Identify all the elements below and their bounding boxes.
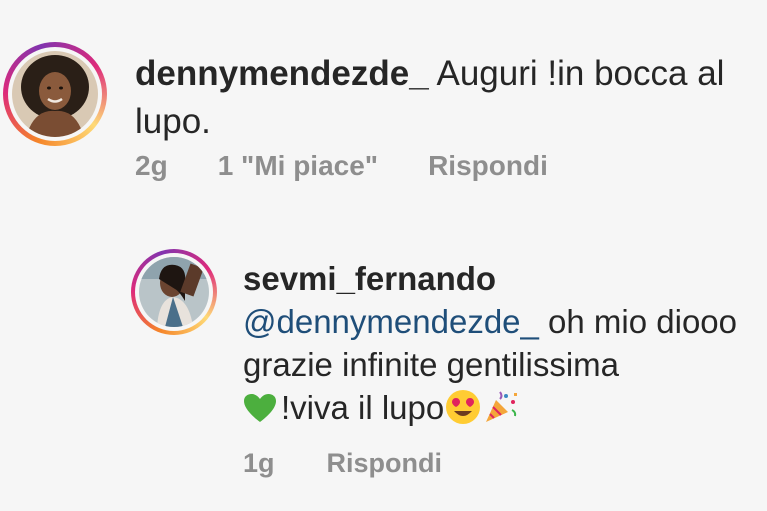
comment-timestamp: 2g: [135, 150, 168, 181]
comment-meta: 2g 1 "Mi piace" Rispondi: [135, 150, 548, 182]
party-popper-icon: [482, 388, 520, 436]
reply-button[interactable]: Rispondi: [327, 448, 443, 479]
comment-timestamp: 1g: [243, 448, 275, 478]
heart-eyes-emoji-icon: [444, 388, 482, 436]
comment-username[interactable]: sevmi_fernando: [243, 260, 496, 297]
story-ring[interactable]: [131, 249, 217, 335]
mention-link[interactable]: @dennymendezde_: [243, 303, 539, 340]
story-ring[interactable]: [3, 42, 107, 146]
comment-username[interactable]: dennymendezde_: [135, 54, 429, 93]
avatar[interactable]: [12, 51, 98, 137]
green-heart-icon: [243, 390, 277, 433]
avatar[interactable]: [139, 257, 209, 327]
likes-count-link[interactable]: 1 "Mi piace": [218, 150, 378, 182]
comment-text: dennymendezde_ Auguri !in bocca al lupo.: [135, 50, 755, 146]
reply-button[interactable]: Rispondi: [428, 150, 548, 182]
comment-body-line: !viva il lupo: [281, 389, 445, 426]
comment-text: sevmi_fernando @dennymendezde_ oh mio di…: [243, 257, 763, 436]
comment-meta: 1g Rispondi: [243, 448, 442, 479]
